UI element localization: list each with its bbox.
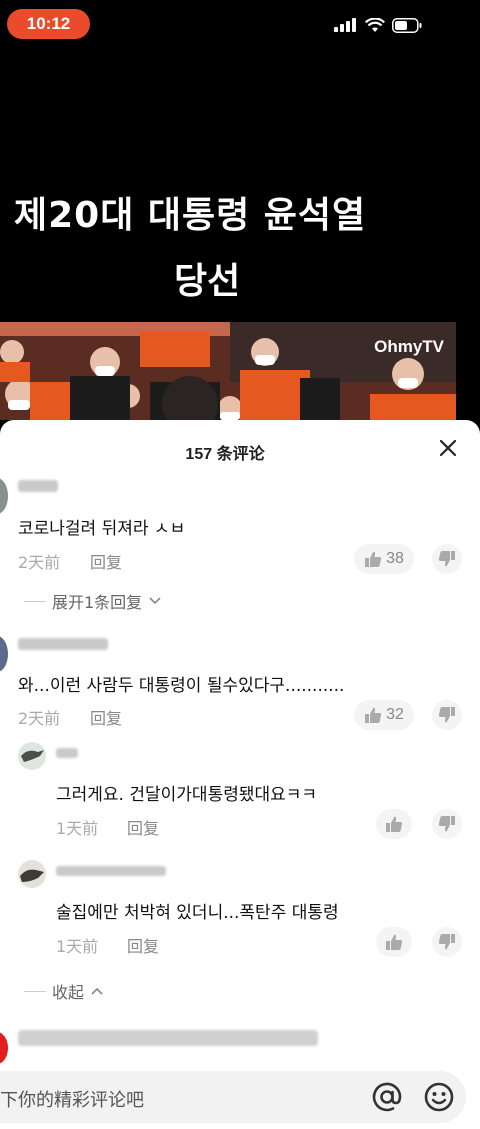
reply-button[interactable]: 回复 (90, 705, 122, 729)
collapse-replies-label: 收起 (52, 983, 85, 1002)
comment-input-placeholder: 下你的精彩评论吧 (0, 1090, 144, 1111)
reply-text: 그러게요. 건달이가대통령됐대요ㅋㅋ (56, 785, 318, 805)
emoji-icon[interactable] (422, 1080, 456, 1114)
dislike-button[interactable] (432, 700, 462, 730)
username-blurred (18, 480, 58, 492)
reply-time: 1天前 (56, 819, 99, 838)
reply-button[interactable]: 回复 (127, 933, 159, 957)
comment-time: 2天前 (18, 709, 61, 728)
battery-icon (392, 17, 422, 33)
dislike-button[interactable] (432, 927, 462, 957)
signal-icon (334, 18, 356, 32)
like-count: 38 (386, 550, 404, 567)
thumbs-down-icon (438, 816, 455, 832)
reply-button[interactable]: 回复 (127, 815, 159, 839)
watermark: OhmyTV (374, 337, 444, 356)
like-button[interactable]: 38 (354, 544, 414, 574)
comment-text: 와...이런 사람두 대통령이 될수있다구........... (18, 676, 345, 696)
like-count: 32 (386, 706, 404, 723)
avatar[interactable] (18, 742, 46, 770)
thumbs-down-icon (438, 707, 455, 723)
thumbs-up-icon (365, 707, 382, 723)
like-button[interactable] (376, 927, 412, 957)
reply-text: 술집에만 처박혀 있더니...폭탄주 대통령 (56, 903, 339, 923)
video-caption-line1: 제20대 대통령 윤석열 (14, 195, 367, 236)
thumbs-up-icon (386, 816, 403, 832)
avatar[interactable] (18, 860, 46, 888)
chevron-up-icon (91, 987, 103, 995)
comment-text: 코로나걸려 뒤져라 ㅅㅂ (18, 519, 186, 539)
reply-time: 1天前 (56, 937, 99, 956)
chevron-down-icon (149, 597, 161, 605)
username-blurred (56, 748, 78, 758)
dislike-button[interactable] (432, 809, 462, 839)
thumbs-down-icon (438, 551, 455, 567)
status-icons (334, 17, 422, 33)
dislike-button[interactable] (432, 544, 462, 574)
username-blurred (18, 638, 108, 650)
thumbs-down-icon (438, 934, 455, 950)
at-mention-icon[interactable] (370, 1080, 404, 1114)
thumbs-up-icon (365, 551, 382, 567)
expand-replies-button[interactable]: 展开1条回复 (24, 589, 162, 613)
comment-time: 2天前 (18, 553, 61, 572)
username-blurred (56, 866, 166, 876)
comments-count-title: 157 条评论 (185, 446, 265, 463)
expand-replies-label: 展开1条回复 (52, 593, 143, 612)
like-button[interactable]: 32 (354, 700, 414, 730)
next-comment-blurred (18, 1030, 318, 1046)
video-caption-line2: 당선 (174, 261, 241, 302)
reply-button[interactable]: 回复 (90, 549, 122, 573)
wifi-icon (365, 17, 385, 32)
close-icon[interactable] (436, 436, 460, 460)
collapse-replies-button[interactable]: 收起 (24, 979, 104, 1003)
status-time: 10:12 (7, 9, 90, 39)
like-button[interactable] (376, 809, 412, 839)
thumbs-up-icon (386, 934, 403, 950)
